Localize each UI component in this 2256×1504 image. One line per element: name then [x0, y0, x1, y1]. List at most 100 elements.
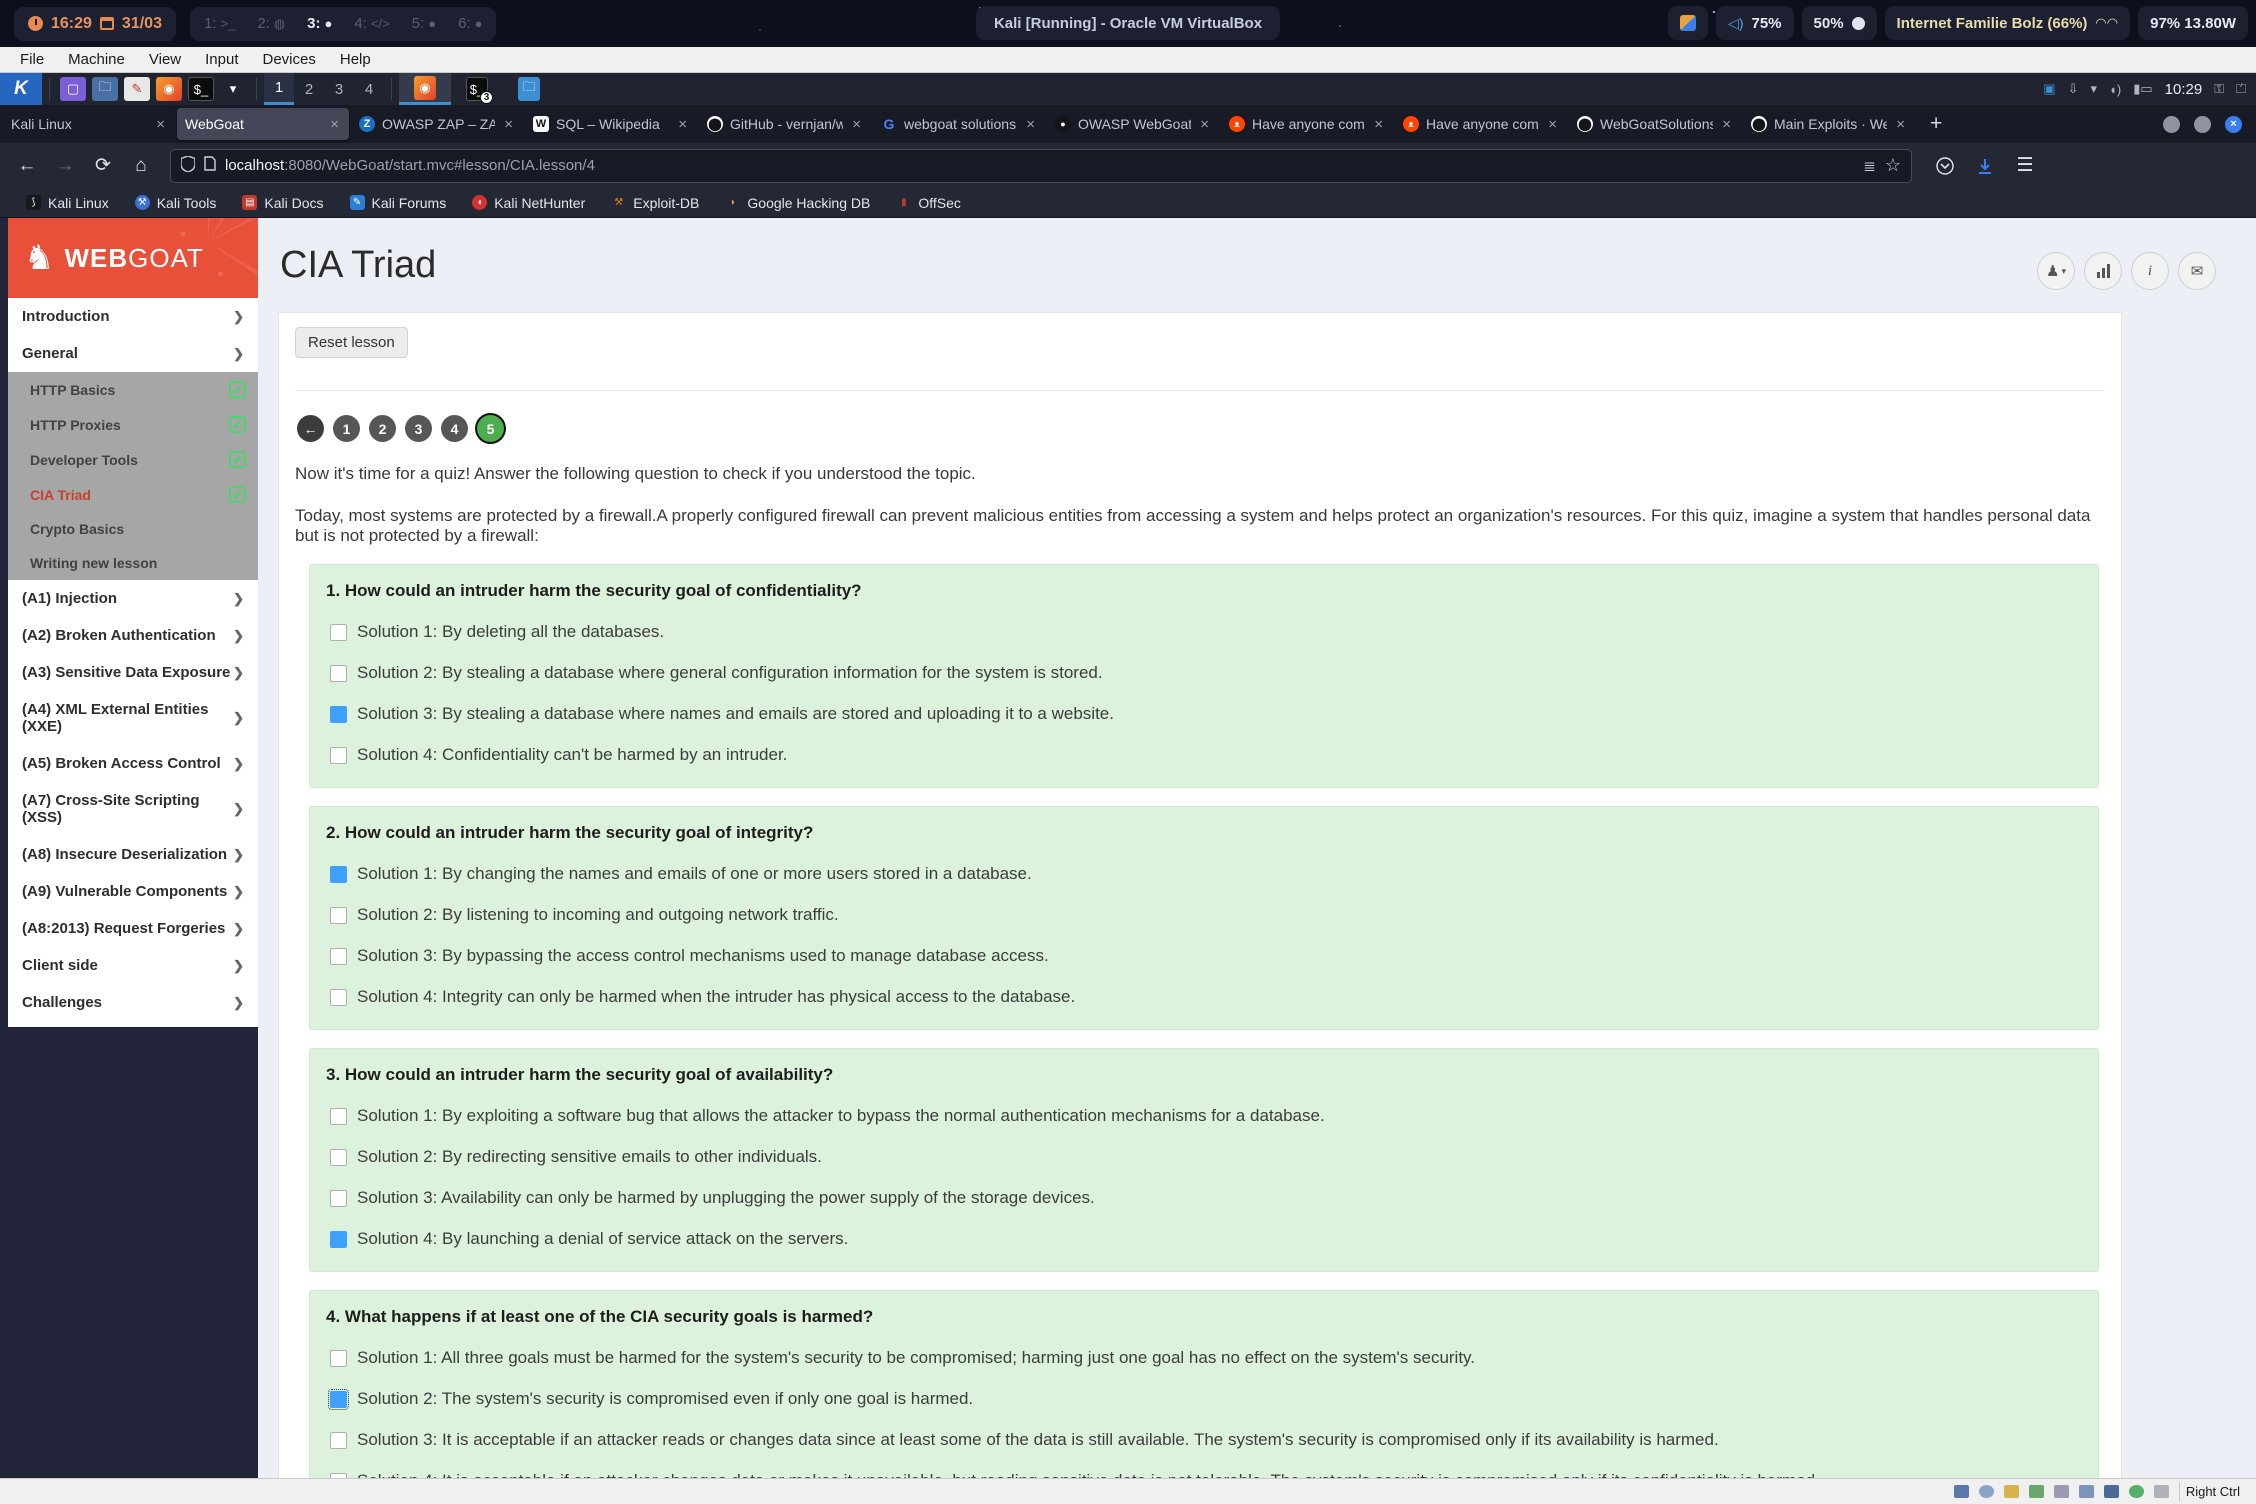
tab-main-exploits[interactable]: ⬤ Main Exploits · WebG ×	[1743, 108, 1915, 140]
tab-github-vernjan[interactable]: ⬤ GitHub - vernjan/we ×	[699, 108, 871, 140]
sidebar-item-a2-broken-authentication[interactable]: (A2) Broken Authentication❯	[8, 617, 258, 654]
battery-tray-icon[interactable]: ▮▭	[2133, 81, 2152, 97]
bookmark-kali-tools[interactable]: ⚒Kali Tools	[135, 195, 217, 211]
quiz-option[interactable]: Solution 4: It is acceptable if an attac…	[330, 1471, 2082, 1478]
tab-close-icon[interactable]: ×	[1198, 116, 1211, 133]
cd-status-icon[interactable]	[1979, 1485, 1994, 1498]
terminal-launcher-icon[interactable]: $_	[188, 77, 214, 101]
checkbox[interactable]	[330, 747, 347, 764]
hdd-status-icon[interactable]	[1954, 1485, 1969, 1498]
sidebar-item-a7-xss[interactable]: (A7) Cross-Site Scripting (XSS)❯	[8, 782, 258, 836]
lesson-writing-new-lesson[interactable]: Writing new lesson	[8, 546, 258, 580]
checkbox[interactable]	[330, 1149, 347, 1166]
reset-lesson-button[interactable]: Reset lesson	[295, 327, 408, 358]
reload-icon[interactable]: ⟳	[86, 150, 120, 182]
workspace-1[interactable]: 1:>_	[204, 15, 235, 32]
lesson-developer-tools[interactable]: Developer Tools ✔	[8, 442, 258, 477]
checkbox[interactable]	[330, 1350, 347, 1367]
sidebar-item-a4-xxe[interactable]: (A4) XML External Entities (XXE)❯	[8, 691, 258, 745]
page-3-button[interactable]: 3	[405, 415, 432, 442]
tab-close-icon[interactable]: ×	[502, 116, 515, 133]
quiz-option[interactable]: Solution 1: By deleting all the database…	[330, 622, 2082, 642]
workspace-2[interactable]: 2:◍	[257, 15, 285, 32]
forward-icon[interactable]: →	[48, 150, 82, 182]
url-text[interactable]: localhost:8080/WebGoat/start.mvc#lesson/…	[225, 157, 1854, 174]
tab-kali-linux[interactable]: Kali Linux ×	[3, 108, 175, 140]
checkbox[interactable]	[330, 989, 347, 1006]
sidebar-item-general[interactable]: General ❯	[8, 335, 258, 372]
checkbox[interactable]	[330, 866, 347, 883]
bookmark-kali-forums[interactable]: ✎Kali Forums	[350, 195, 447, 211]
bookmark-exploit-db[interactable]: ⚒Exploit-DB	[611, 195, 699, 211]
menu-devices[interactable]: Devices	[253, 49, 326, 70]
quiz-option[interactable]: Solution 1: All three goals must be harm…	[330, 1348, 2082, 1368]
sidebar-item-a9-vulnerable-components[interactable]: (A9) Vulnerable Components❯	[8, 873, 258, 910]
quiz-option[interactable]: Solution 1: By exploiting a software bug…	[330, 1106, 2082, 1126]
notifications-icon[interactable]: ◖)	[2109, 82, 2121, 97]
page-4-button[interactable]: 4	[441, 415, 468, 442]
features-status-icon[interactable]	[2129, 1485, 2144, 1498]
tab-close-icon[interactable]: ×	[328, 116, 341, 133]
tab-reddit-2[interactable]: ᴥ Have anyone comple ×	[1395, 108, 1567, 140]
previous-page-button[interactable]: ←	[297, 415, 324, 442]
kali-menu-button[interactable]: K	[0, 73, 42, 105]
tab-close-icon[interactable]: ×	[1024, 116, 1037, 133]
virtualbox-tray-icon[interactable]	[1668, 6, 1708, 40]
file-manager-icon[interactable]: 🗀	[92, 77, 118, 101]
checkbox[interactable]	[330, 1432, 347, 1449]
vm-workspace-2[interactable]: 2	[294, 73, 324, 105]
report-card-button[interactable]	[2084, 252, 2122, 290]
tab-close-icon[interactable]: ×	[1546, 116, 1559, 133]
downloads-icon[interactable]	[1968, 150, 2002, 182]
pocket-icon[interactable]	[1928, 150, 1962, 182]
volume-indicator[interactable]: ◁) 75%	[1716, 6, 1793, 40]
battery-indicator[interactable]: 97% 13.80W	[2138, 6, 2248, 40]
quiz-option[interactable]: Solution 1: By changing the names and em…	[330, 864, 2082, 884]
text-editor-icon[interactable]: ✎	[124, 77, 150, 101]
workspace-3[interactable]: 3:●	[307, 15, 332, 32]
workspace-5[interactable]: 5:●	[412, 15, 436, 32]
quiz-option[interactable]: Solution 4: Confidentiality can't be har…	[330, 745, 2082, 765]
tab-webgoat[interactable]: WebGoat ×	[177, 108, 349, 140]
sidebar-item-a3-sensitive-data[interactable]: (A3) Sensitive Data Exposure❯	[8, 654, 258, 691]
quiz-option[interactable]: Solution 2: By redirecting sensitive ema…	[330, 1147, 2082, 1167]
vm-workspace-1[interactable]: 1	[264, 73, 294, 105]
bookmark-google-hacking-db[interactable]: ◗Google Hacking DB	[725, 195, 870, 211]
mouse-status-icon[interactable]	[2154, 1485, 2169, 1498]
quiz-option[interactable]: Solution 4: Integrity can only be harmed…	[330, 987, 2082, 1007]
app-launcher-icon[interactable]: ▢	[60, 77, 86, 101]
tab-close-icon[interactable]: ×	[676, 116, 689, 133]
caret-tray-icon[interactable]: ▾	[2090, 81, 2097, 97]
host-workspace-switcher[interactable]: 1:>_ 2:◍ 3:● 4:</> 5:● 6:●	[190, 7, 496, 41]
checkbox[interactable]	[330, 624, 347, 641]
maximize-button[interactable]	[2194, 116, 2211, 133]
menu-file[interactable]: File	[10, 49, 54, 70]
tab-reddit-1[interactable]: ᴥ Have anyone comple ×	[1221, 108, 1393, 140]
vm-workspace-3[interactable]: 3	[324, 73, 354, 105]
menu-input[interactable]: Input	[195, 49, 248, 70]
tab-close-icon[interactable]: ×	[1720, 116, 1733, 133]
wifi-indicator[interactable]: Internet Familie Bolz (66%) ◠◠	[1885, 6, 2131, 40]
firefox-launcher-icon[interactable]: ◉	[156, 77, 182, 101]
brightness-indicator[interactable]: 50%	[1802, 6, 1877, 40]
reader-mode-icon[interactable]: ≣	[1863, 157, 1876, 175]
host-clock-widget[interactable]: 16:29 31/03	[14, 7, 176, 41]
menu-machine[interactable]: Machine	[58, 49, 135, 70]
tab-owasp-webgoat[interactable]: ● OWASP WebGoat: G ×	[1047, 108, 1219, 140]
shield-icon[interactable]	[181, 156, 195, 176]
quiz-option[interactable]: Solution 3: Availability can only be har…	[330, 1188, 2082, 1208]
usb-status-icon[interactable]	[2054, 1485, 2069, 1498]
tab-close-icon[interactable]: ×	[850, 116, 863, 133]
bookmark-kali-linux[interactable]: ⟆Kali Linux	[26, 195, 109, 211]
updates-tray-icon[interactable]: ⇩	[2068, 81, 2079, 97]
tab-owasp-zap[interactable]: Z OWASP ZAP – ZAP i ×	[351, 108, 523, 140]
sidebar-item-introduction[interactable]: Introduction ❯	[8, 298, 258, 335]
new-tab-button[interactable]: +	[1916, 112, 1956, 136]
vm-clock[interactable]: 10:29	[2165, 81, 2203, 98]
minimize-button[interactable]	[2163, 116, 2180, 133]
lesson-cia-triad[interactable]: CIA Triad ✔	[8, 477, 258, 512]
bookmark-star-icon[interactable]: ☆	[1885, 155, 1901, 176]
checkbox[interactable]	[330, 1473, 347, 1479]
bookmark-kali-docs[interactable]: ▤Kali Docs	[242, 195, 323, 211]
launcher-dropdown-icon[interactable]: ▾	[220, 77, 246, 101]
